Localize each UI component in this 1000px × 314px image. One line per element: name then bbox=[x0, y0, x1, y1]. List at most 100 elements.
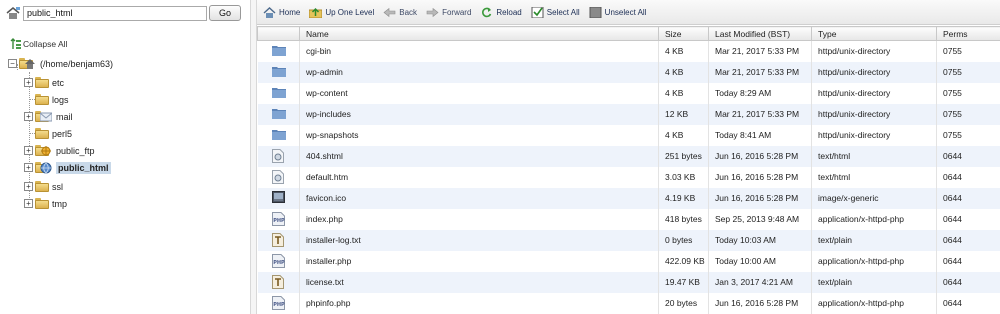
pane-splitter[interactable] bbox=[250, 0, 257, 314]
forward-button[interactable]: Forward bbox=[426, 7, 471, 18]
file-icon-cell[interactable] bbox=[257, 61, 300, 83]
checkbox-checked-icon bbox=[531, 6, 544, 18]
file-name-cell[interactable]: index.php bbox=[299, 208, 659, 230]
up-one-level-button[interactable]: Up One Level bbox=[308, 7, 374, 18]
file-name-cell[interactable]: wp-admin bbox=[299, 61, 659, 83]
file-type-cell: application/x-httpd-php bbox=[811, 250, 937, 272]
forward-label: Forward bbox=[442, 7, 472, 17]
unselect-all-button[interactable]: Unselect All bbox=[589, 6, 646, 18]
table-row[interactable]: PHP index.php 418 bytes Sep 25, 2013 9:48 A… bbox=[257, 208, 1000, 230]
tree-item-mail[interactable]: + mail bbox=[24, 108, 73, 125]
table-row[interactable]: favicon.ico 4.19 KB Jun 16, 2016 5:28 PM im… bbox=[257, 187, 1000, 209]
html-file-icon bbox=[272, 170, 285, 184]
file-name-cell[interactable]: installer-log.txt bbox=[299, 229, 659, 251]
file-icon-cell[interactable]: PHP bbox=[257, 208, 300, 230]
table-row[interactable]: wp-snapshots 4 KB Today 8:41 AM httpd/unix-… bbox=[257, 124, 1000, 146]
expand-toggle-icon[interactable]: + bbox=[24, 182, 33, 191]
expand-toggle-icon[interactable]: + bbox=[24, 146, 33, 155]
file-name-cell[interactable]: installer.php bbox=[299, 250, 659, 272]
tree-item-public-ftp[interactable]: + public_ftp bbox=[24, 142, 95, 159]
table-row[interactable]: wp-includes 12 KB Mar 21, 2017 5:33 PM http… bbox=[257, 103, 1000, 125]
folder-icon bbox=[35, 181, 49, 192]
table-row[interactable]: PHP installer.php 422.09 KB Today 10:00 AM a… bbox=[257, 250, 1000, 272]
path-input[interactable] bbox=[23, 5, 207, 21]
file-type-cell: text/html bbox=[811, 145, 937, 167]
html-file-icon bbox=[272, 149, 285, 163]
file-modified-cell: Today 10:03 AM bbox=[708, 229, 812, 251]
table-row[interactable]: default.htm 3.03 KB Jun 16, 2016 5:28 PM te… bbox=[257, 166, 1000, 188]
table-row[interactable]: license.txt 19.47 KB Jan 3, 2017 4:21 AM te… bbox=[257, 271, 1000, 293]
column-header-size[interactable]: Size bbox=[658, 26, 709, 41]
collapse-toggle-icon[interactable]: − bbox=[8, 59, 17, 68]
file-modified-cell: Jun 16, 2016 5:28 PM bbox=[708, 187, 812, 209]
directory-tree-pane: Go Collapse All − (/home/benjam63) + etc… bbox=[0, 0, 250, 314]
file-icon-cell[interactable] bbox=[257, 229, 300, 251]
reload-button[interactable]: Reload bbox=[480, 7, 522, 18]
file-icon-cell[interactable]: PHP bbox=[257, 250, 300, 272]
file-name-cell[interactable]: wp-includes bbox=[299, 103, 659, 125]
file-name-cell[interactable]: phpinfo.php bbox=[299, 292, 659, 314]
file-icon-cell[interactable] bbox=[257, 103, 300, 125]
column-header-type[interactable]: Type bbox=[811, 26, 937, 41]
file-icon-cell[interactable] bbox=[257, 166, 300, 188]
expand-toggle-icon[interactable]: + bbox=[24, 78, 33, 87]
file-icon-cell[interactable] bbox=[257, 145, 300, 167]
file-modified-cell: Mar 21, 2017 5:33 PM bbox=[708, 40, 812, 62]
go-button[interactable]: Go bbox=[209, 5, 241, 21]
up-folder-icon bbox=[308, 7, 323, 18]
file-name-cell[interactable]: favicon.ico bbox=[299, 187, 659, 209]
home-label: Home bbox=[279, 7, 301, 17]
file-modified-cell: Today 8:41 AM bbox=[708, 124, 812, 146]
file-name-cell[interactable]: default.htm bbox=[299, 166, 659, 188]
table-row[interactable]: cgi-bin 4 KB Mar 21, 2017 5:33 PM httpd/uni… bbox=[257, 40, 1000, 62]
file-icon-cell[interactable] bbox=[257, 40, 300, 62]
expand-toggle-icon[interactable]: + bbox=[24, 112, 33, 121]
table-row[interactable]: 404.shtml 251 bytes Jun 16, 2016 5:28 PM te… bbox=[257, 145, 1000, 167]
back-button[interactable]: Back bbox=[383, 7, 417, 18]
expand-toggle-icon[interactable]: + bbox=[24, 163, 33, 172]
tree-item-etc[interactable]: + etc bbox=[24, 74, 64, 91]
home-button[interactable]: Home bbox=[263, 6, 301, 18]
column-header-perms[interactable]: Perms bbox=[936, 26, 1000, 41]
file-name-cell[interactable]: 404.shtml bbox=[299, 145, 659, 167]
column-header-icon[interactable] bbox=[257, 26, 300, 41]
tree-item-label: logs bbox=[52, 94, 69, 105]
mail-folder-icon bbox=[35, 111, 52, 122]
file-size-cell: 4 KB bbox=[658, 124, 709, 146]
file-icon-cell[interactable] bbox=[257, 82, 300, 104]
table-row[interactable]: PHP phpinfo.php 20 bytes Jun 16, 2016 5:28 … bbox=[257, 292, 1000, 314]
file-name-cell[interactable]: license.txt bbox=[299, 271, 659, 293]
select-all-label: Select All bbox=[546, 7, 580, 17]
file-modified-cell: Sep 25, 2013 9:48 AM bbox=[708, 208, 812, 230]
tree-root[interactable]: − (/home/benjam63) bbox=[8, 55, 113, 72]
reload-icon bbox=[480, 7, 493, 18]
file-icon-cell[interactable] bbox=[257, 271, 300, 293]
file-perms-cell: 0755 bbox=[936, 61, 1000, 83]
tree-item-logs[interactable]: logs bbox=[24, 91, 69, 108]
select-all-button[interactable]: Select All bbox=[531, 6, 580, 18]
table-row[interactable]: wp-admin 4 KB Mar 21, 2017 5:33 PM httpd/un… bbox=[257, 61, 1000, 83]
file-toolbar: Home Up One Level Back Forward Reload Se… bbox=[257, 0, 1000, 25]
expand-toggle-icon[interactable]: + bbox=[24, 199, 33, 208]
file-icon-cell[interactable] bbox=[257, 124, 300, 146]
collapse-all-link[interactable]: Collapse All bbox=[10, 38, 67, 50]
file-icon-cell[interactable] bbox=[257, 187, 300, 209]
tree-item-tmp[interactable]: + tmp bbox=[24, 195, 67, 212]
back-label: Back bbox=[399, 7, 418, 17]
file-name-cell[interactable]: wp-content bbox=[299, 82, 659, 104]
table-row[interactable]: wp-content 4 KB Today 8:29 AM httpd/unix-di… bbox=[257, 82, 1000, 104]
file-size-cell: 4 KB bbox=[658, 82, 709, 104]
file-icon-cell[interactable]: PHP bbox=[257, 292, 300, 314]
column-header-name[interactable]: Name bbox=[299, 26, 659, 41]
tree-item-public-html[interactable]: + public_html bbox=[24, 159, 111, 176]
tree-root-label: (/home/benjam63) bbox=[40, 58, 114, 69]
file-perms-cell: 0755 bbox=[936, 124, 1000, 146]
tree-item-perl5[interactable]: perl5 bbox=[24, 125, 72, 142]
table-row[interactable]: installer-log.txt 0 bytes Today 10:03 AM te… bbox=[257, 229, 1000, 251]
file-name-cell[interactable]: cgi-bin bbox=[299, 40, 659, 62]
file-perms-cell: 0755 bbox=[936, 82, 1000, 104]
file-name-cell[interactable]: wp-snapshots bbox=[299, 124, 659, 146]
column-header-modified[interactable]: Last Modified (BST) bbox=[708, 26, 812, 41]
file-size-cell: 12 KB bbox=[658, 103, 709, 125]
tree-item-ssl[interactable]: + ssl bbox=[24, 178, 63, 195]
